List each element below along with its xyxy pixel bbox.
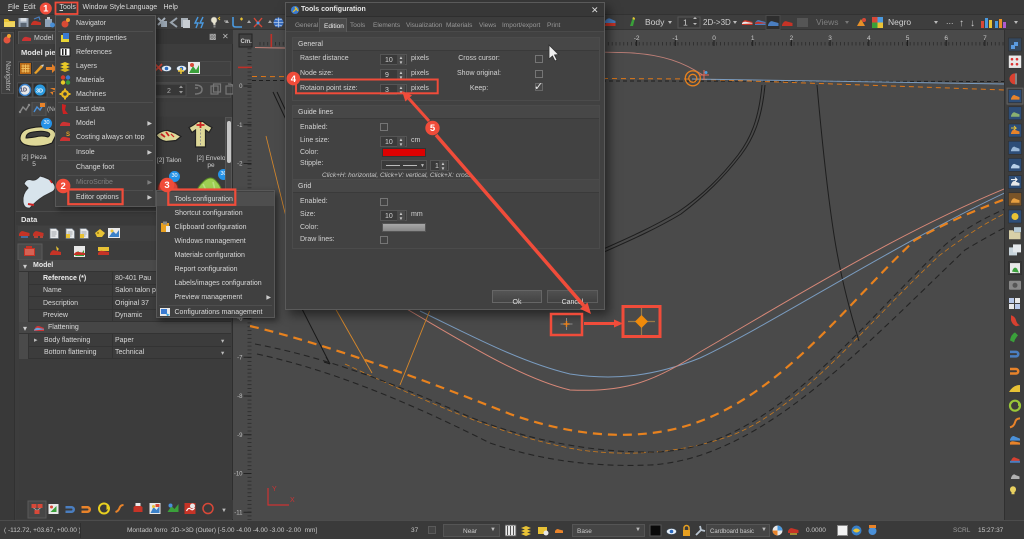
svg-text:Body: Body: [645, 17, 665, 27]
svg-text:1: 1: [751, 35, 755, 42]
svg-text:4: 4: [867, 35, 871, 42]
svg-text:Cm.: Cm.: [241, 39, 253, 45]
svg-text:-9: -9: [237, 433, 243, 439]
svg-text:Y: Y: [272, 486, 277, 493]
svg-text:-1: -1: [237, 123, 243, 129]
svg-text:3D: 3D: [36, 89, 43, 95]
svg-text:2D->3D: 2D->3D: [703, 18, 731, 27]
svg-text:-2: -2: [634, 35, 640, 42]
svg-text:0: 0: [239, 84, 243, 90]
svg-text:5: 5: [906, 35, 910, 42]
svg-text:-7: -7: [237, 355, 243, 361]
svg-text:-11: -11: [234, 510, 243, 516]
svg-text:-10: -10: [234, 472, 243, 478]
svg-text:Views: Views: [816, 17, 839, 27]
svg-text:▼: ▼: [221, 508, 227, 514]
svg-text:2: 2: [167, 88, 171, 95]
svg-text:3: 3: [828, 35, 832, 42]
svg-text:-2: -2: [237, 162, 243, 168]
svg-text:1: 1: [683, 18, 688, 28]
svg-text:Negro: Negro: [888, 17, 911, 27]
svg-text:S: S: [66, 132, 70, 138]
svg-text:↑: ↑: [959, 18, 964, 29]
svg-text:-1: -1: [672, 35, 678, 42]
svg-text:↓: ↓: [970, 18, 975, 29]
svg-text:6: 6: [944, 35, 948, 42]
svg-text:-8: -8: [237, 394, 243, 400]
svg-text:...: ...: [946, 16, 954, 26]
svg-text:7: 7: [983, 35, 987, 42]
svg-text:0: 0: [712, 35, 716, 42]
svg-text:1D: 1D: [20, 88, 27, 94]
svg-text:X: X: [290, 497, 295, 504]
svg-text:2: 2: [790, 35, 794, 42]
